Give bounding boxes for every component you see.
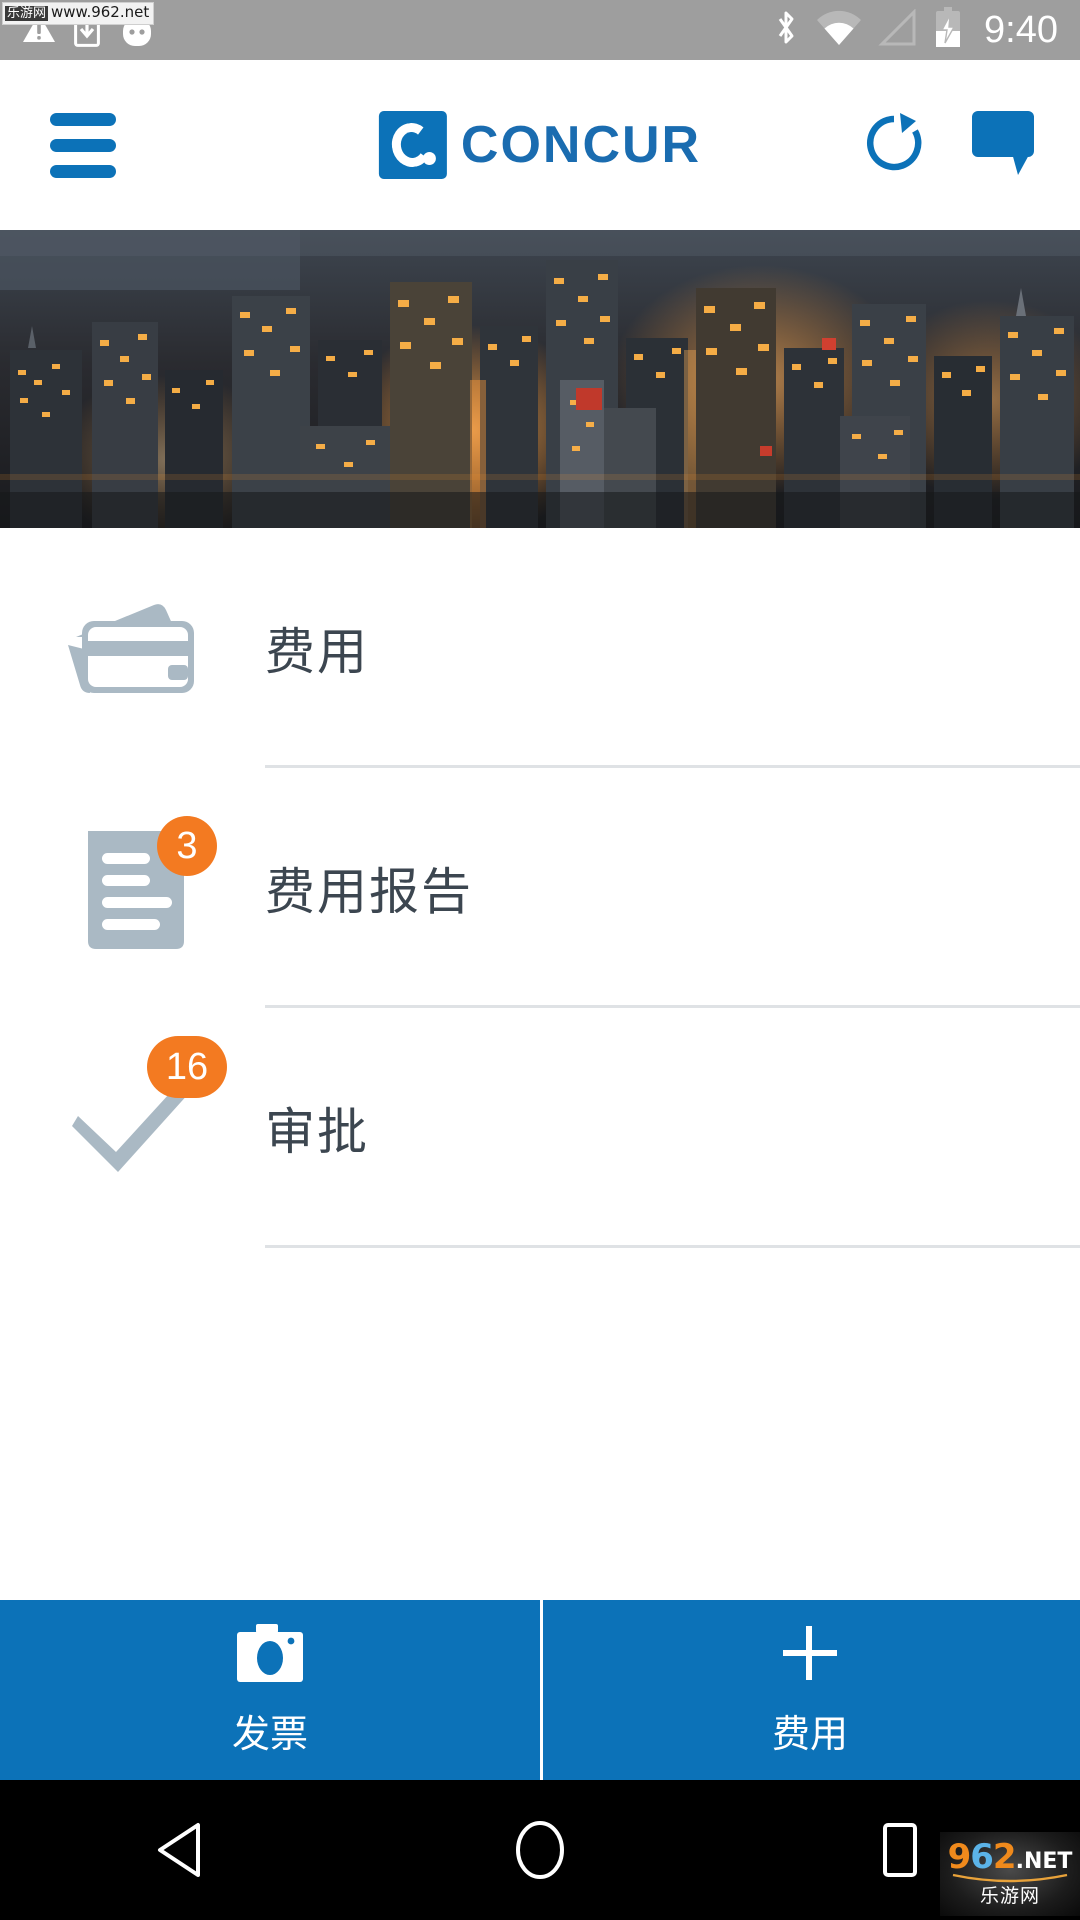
watermark-digit-9: 9: [947, 1837, 972, 1877]
watermark-net: .NET: [1015, 1849, 1073, 1874]
list-item-label: 审批: [265, 1103, 369, 1161]
concur-c-logo-icon: [378, 111, 447, 179]
watermark-top-url: www.962.net: [51, 3, 150, 21]
main-menu-list: 费用 3 费用报告 16 审批: [0, 528, 1080, 1248]
watermark-digit-2: 2: [992, 1837, 1017, 1877]
banner-artwork: [0, 230, 1080, 528]
action-label: 费用: [771, 1712, 848, 1756]
credit-card-icon: [0, 528, 265, 768]
home-circle-icon[interactable]: [480, 1780, 600, 1920]
list-item-expenses[interactable]: 费用: [0, 528, 1080, 768]
list-item-expense-reports[interactable]: 3 费用报告: [0, 768, 1080, 1008]
hamburger-menu-icon[interactable]: [50, 112, 116, 178]
status-bar-right-icons: 9:40: [772, 6, 1080, 54]
brand-name: CONCUR: [460, 116, 702, 174]
cell-signal-icon: [878, 7, 918, 52]
back-triangle-icon[interactable]: [120, 1780, 240, 1920]
list-item-label: 费用报告: [265, 863, 473, 921]
status-badge: 16: [147, 1036, 227, 1098]
brand-logo: CONCUR: [378, 111, 702, 179]
status-bar-clock: 9:40: [984, 9, 1058, 51]
concur-c-dot: [422, 152, 436, 165]
bottom-action-bar: 发票 费用: [0, 1600, 1080, 1780]
add-expense-button[interactable]: 费用: [540, 1600, 1080, 1780]
status-bar: 9:40: [0, 0, 1080, 60]
hamburger-bar: [50, 112, 116, 126]
bluetooth-icon: [772, 7, 800, 54]
chat-bubble-icon[interactable]: [972, 109, 1038, 182]
city-skyline-night-photo: [0, 230, 1080, 528]
capture-receipt-button[interactable]: 发票: [0, 1600, 540, 1780]
action-label: 发票: [231, 1712, 308, 1756]
watermark-top-tag: 乐游网: [5, 6, 49, 21]
list-divider: [265, 1245, 1080, 1248]
checkmark-icon: 16: [0, 1008, 265, 1248]
refresh-icon[interactable]: [860, 109, 928, 182]
watermark-logo-text: 962.NET: [948, 1840, 1073, 1874]
watermark-digit-6: 6: [970, 1837, 994, 1877]
header-actions: [860, 109, 1038, 182]
list-item-label: 费用: [265, 623, 369, 681]
android-navigation-bar: [0, 1780, 1080, 1920]
watermark-bottom-right: 962.NET 乐游网: [940, 1832, 1080, 1916]
hamburger-bar: [50, 164, 116, 178]
battery-charging-icon: [934, 6, 962, 54]
wifi-icon: [816, 9, 862, 52]
app-screen: 9:40 乐游网 www.962.net CONCUR 费用 3 费用报告 16…: [0, 0, 1080, 1920]
watermark-swoosh: [951, 1872, 1069, 1884]
status-badge: 3: [157, 816, 217, 876]
hamburger-bar: [50, 138, 116, 152]
plus-icon: [777, 1622, 843, 1689]
watermark-top-left: 乐游网 www.962.net: [2, 2, 155, 25]
document-icon: 3: [0, 768, 265, 1008]
watermark-cn-text: 乐游网: [979, 1885, 1040, 1907]
app-header: CONCUR: [0, 60, 1080, 230]
list-item-approvals[interactable]: 16 审批: [0, 1008, 1080, 1248]
camera-icon: [234, 1622, 306, 1689]
